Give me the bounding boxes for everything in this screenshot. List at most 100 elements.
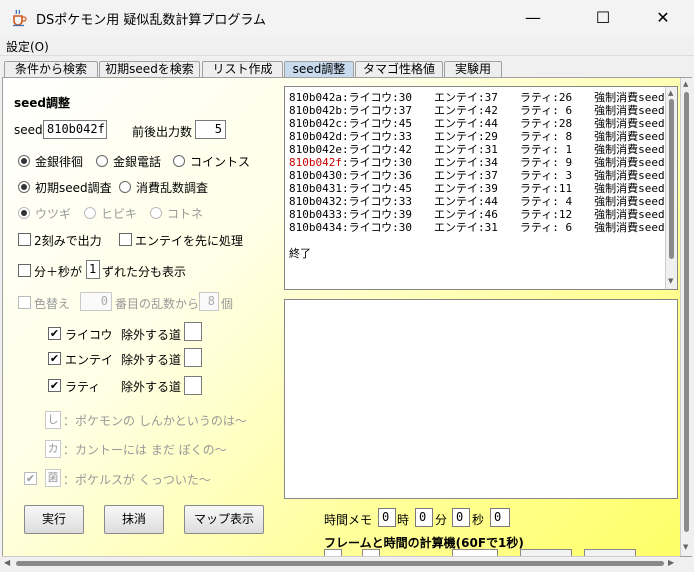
color-start-input[interactable]: 0 <box>80 292 112 311</box>
frame-calc-field[interactable] <box>324 549 342 556</box>
radio-consumed-random[interactable] <box>119 181 131 193</box>
result-scrollbar[interactable]: ▲ ▼ <box>665 87 677 289</box>
tab-egg-personality[interactable]: タマゴ性格値 <box>355 61 443 78</box>
memo-textarea[interactable] <box>284 299 678 499</box>
panel-scroll-thumb[interactable] <box>684 92 689 532</box>
radio-initial-seed[interactable] <box>18 181 30 193</box>
raikou-exclude-input[interactable] <box>184 322 202 341</box>
entei-label: エンテイ <box>65 353 114 367</box>
second-unit: 秒 <box>472 513 485 527</box>
line-pokerus: ：ポケルスが くっついた～ <box>63 473 211 487</box>
scroll-up-icon[interactable]: ▲ <box>668 89 673 97</box>
hour-input[interactable]: 0 <box>378 508 396 527</box>
minsec-input[interactable]: 1 <box>86 260 100 279</box>
checkbox-entei[interactable]: ✔ <box>48 352 61 365</box>
result-line: 810b042b:ライコウ:37 エンテイ:42 ラティ: 6 強制消費seed… <box>289 104 665 117</box>
checkbox-pokerus[interactable]: ✔ <box>24 472 37 485</box>
clear-button[interactable]: 抹消 <box>104 505 164 534</box>
checkbox-two-step[interactable] <box>18 233 31 246</box>
minute-unit: 分 <box>435 513 448 527</box>
frame-calc-field[interactable] <box>362 549 380 556</box>
color-mid-label: 番目の乱数から <box>115 297 200 311</box>
lati-exclude-input[interactable] <box>184 376 202 395</box>
color-count-input[interactable]: 8 <box>199 292 219 311</box>
tab-condition-search[interactable]: 条件から検索 <box>4 61 98 78</box>
panel-scroll-up-icon[interactable]: ▲ <box>683 80 688 88</box>
scroll-down-icon[interactable]: ▼ <box>668 277 673 285</box>
result-lines: 810b042a:ライコウ:30 エンテイ:37 ラティ:26 強制消費seed… <box>289 91 665 260</box>
frame-calc-button[interactable] <box>520 549 572 556</box>
minute-input[interactable]: 0 <box>415 508 433 527</box>
section-title: seed調整 <box>14 96 71 110</box>
result-line: 810b042e:ライコウ:42 エンテイ:31 ラティ: 1 強制消費seed… <box>289 143 665 156</box>
radio-initial-seed-label: 初期seed調査 <box>35 181 112 195</box>
map-button[interactable]: マップ表示 <box>184 505 264 534</box>
checkbox-entei-first[interactable] <box>119 233 132 246</box>
result-textarea[interactable]: 810b042a:ライコウ:30 エンテイ:37 ラティ:26 強制消費seed… <box>284 86 678 290</box>
panel-hscrollbar[interactable]: ◀ ▶ <box>2 556 680 569</box>
second-input[interactable]: 0 <box>452 508 470 527</box>
entei-exclude-input[interactable] <box>184 348 202 367</box>
minsec-label: 分＋秒が <box>34 265 83 279</box>
output-count-input[interactable]: 5 <box>195 120 226 139</box>
scroll-right-icon[interactable]: ▶ <box>668 558 674 567</box>
menu-settings[interactable]: 設定(O) <box>6 38 49 55</box>
hour-unit: 時 <box>397 513 410 527</box>
frame-calc-controls <box>324 549 664 556</box>
panel-scroll-down-icon[interactable]: ▼ <box>683 543 688 551</box>
seed-input[interactable]: 810b042f <box>43 120 107 139</box>
lati-label: ラティ <box>65 380 101 394</box>
scroll-left-icon[interactable]: ◀ <box>4 558 10 567</box>
seed-label: seed <box>14 123 43 137</box>
radio-kotone[interactable] <box>150 207 162 219</box>
line-kanto: ：カントーには まだ ぼくの～ <box>63 443 227 457</box>
checkbox-color-change[interactable] <box>18 296 31 309</box>
panel-vscrollbar[interactable]: ▲ ▼ <box>680 78 692 556</box>
checkbox-raikou[interactable]: ✔ <box>48 327 61 340</box>
extra-input[interactable]: 0 <box>490 508 510 527</box>
result-line: 810b042d:ライコウ:33 エンテイ:29 ラティ: 8 強制消費seed… <box>289 130 665 143</box>
checkbox-minsec[interactable] <box>18 264 31 277</box>
result-line: 810b0434:ライコウ:30 エンテイ:31 ラティ: 6 強制消費seed… <box>289 221 665 234</box>
result-line: 810b042c:ライコウ:45 エンテイ:44 ラティ:28 強制消費seed… <box>289 117 665 130</box>
radio-kingin-phone[interactable] <box>96 155 108 167</box>
result-line: 810b042a:ライコウ:30 エンテイ:37 ラティ:26 強制消費seed… <box>289 91 665 104</box>
radio-utsugi[interactable] <box>18 207 30 219</box>
shi-icon: し <box>45 411 61 429</box>
kin-icon: 菌 <box>45 469 61 487</box>
ka-icon: カ <box>45 440 61 458</box>
maximize-button[interactable]: ☐ <box>580 0 626 36</box>
checkbox-lati[interactable]: ✔ <box>48 379 61 392</box>
tab-initial-seed-search[interactable]: 初期seedを検索 <box>99 61 200 78</box>
radio-hibiki[interactable] <box>84 207 96 219</box>
radio-coin-toss[interactable] <box>173 155 185 167</box>
result-line-current: 810b042f:ライコウ:30 エンテイ:34 ラティ: 9 強制消費seed… <box>289 156 665 169</box>
raikou-exclude-label: 除外する道 <box>121 328 182 342</box>
result-line: 810b0433:ライコウ:39 エンテイ:46 ラティ:12 強制消費seed… <box>289 208 665 221</box>
tab-list-create[interactable]: リスト作成 <box>202 61 283 78</box>
radio-coin-toss-label: コイントス <box>190 155 251 169</box>
checkbox-entei-first-label: エンテイを先に処理 <box>135 234 244 248</box>
menu-bar <box>0 36 694 56</box>
highlighted-line-rest: :ライコウ:30 エンテイ:34 ラティ: 9 強制消費seed数:3 <box>341 156 665 169</box>
highlighted-seed: 810b042f <box>289 156 342 169</box>
minimize-button[interactable]: — <box>510 0 556 36</box>
frame-calc-field[interactable] <box>452 549 498 556</box>
lati-exclude-label: 除外する道 <box>121 380 182 394</box>
radio-hibiki-label: ヒビキ <box>101 207 138 221</box>
line-shinka: ：ポケモンの しんかというのは～ <box>63 414 247 428</box>
close-button[interactable]: ✕ <box>640 0 686 36</box>
tab-seed-adjust[interactable]: seed調整 <box>284 61 354 78</box>
scroll-thumb[interactable] <box>669 99 674 259</box>
tab-experiment[interactable]: 実験用 <box>444 61 502 78</box>
run-button[interactable]: 実行 <box>24 505 84 534</box>
entei-exclude-label: 除外する道 <box>121 353 182 367</box>
frame-calc-button[interactable] <box>584 549 636 556</box>
result-line: 810b0431:ライコウ:45 エンテイ:39 ラティ:11 強制消費seed… <box>289 182 665 195</box>
radio-kingin-roam[interactable] <box>18 155 30 167</box>
result-line: 810b0432:ライコウ:33 エンテイ:44 ラティ: 4 強制消費seed… <box>289 195 665 208</box>
end-text: 終了 <box>289 247 311 260</box>
window-title: DSポケモン用 疑似乱数計算プログラム <box>36 13 267 28</box>
raikou-label: ライコウ <box>65 328 113 342</box>
hscroll-thumb[interactable] <box>16 561 664 566</box>
